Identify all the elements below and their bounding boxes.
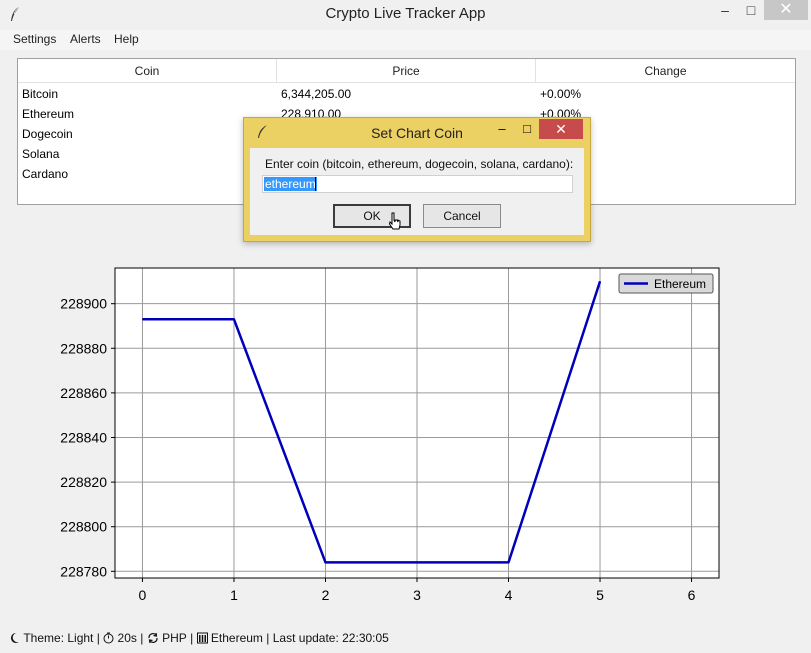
cell-coin: Cardano xyxy=(22,167,69,181)
text-caret xyxy=(315,177,316,191)
dialog-body: Enter coin (bitcoin, ethereum, dogecoin,… xyxy=(250,148,584,235)
status-theme: Theme: Light xyxy=(23,630,94,645)
mouse-pointer-icon xyxy=(389,212,401,230)
moon-icon xyxy=(10,632,19,643)
menu-settings[interactable]: Settings xyxy=(13,32,56,46)
x-tick-label: 0 xyxy=(139,587,147,603)
column-header-change[interactable]: Change xyxy=(536,59,795,83)
cell-coin: Bitcoin xyxy=(22,87,59,101)
y-tick-label: 228820 xyxy=(60,474,107,490)
data-point xyxy=(416,561,418,563)
status-last-update: Last update: 22:30:05 xyxy=(272,630,389,645)
legend-label: Ethereum xyxy=(654,277,706,291)
cell-change: +0.00% xyxy=(540,87,582,101)
data-point xyxy=(233,318,235,320)
x-tick-label: 2 xyxy=(322,587,330,603)
coin-input-value: ethereum xyxy=(264,177,317,191)
table-row[interactable]: Bitcoin 6,344,205.00 +0.00% xyxy=(18,84,795,104)
exchange-icon xyxy=(148,632,158,643)
title-bar: Crypto Live Tracker App – □ ✕ xyxy=(0,0,811,28)
cell-coin: Solana xyxy=(22,147,60,161)
data-point xyxy=(324,561,326,563)
data-point xyxy=(141,318,143,320)
timer-icon xyxy=(103,632,114,644)
status-separator: | xyxy=(96,630,100,645)
maximize-button[interactable]: □ xyxy=(738,0,764,20)
window-title: Crypto Live Tracker App xyxy=(325,5,486,22)
minimize-button[interactable]: – xyxy=(712,0,738,20)
close-button[interactable]: ✕ xyxy=(764,0,808,20)
status-separator: | xyxy=(266,630,270,645)
x-tick-label: 3 xyxy=(413,587,421,603)
status-interval: 20s xyxy=(117,630,137,645)
cell-coin: Ethereum xyxy=(22,107,75,121)
y-tick-label: 228780 xyxy=(60,563,107,579)
cell-coin: Dogecoin xyxy=(22,127,73,141)
menu-help[interactable]: Help xyxy=(114,32,139,46)
set-chart-coin-dialog[interactable]: Set Chart Coin – □ ✕ Enter coin (bitcoin… xyxy=(243,117,591,242)
menu-alerts[interactable]: Alerts xyxy=(70,32,101,46)
status-separator: | xyxy=(190,630,194,645)
dialog-prompt: Enter coin (bitcoin, ethereum, dogecoin,… xyxy=(265,157,574,171)
cancel-button[interactable]: Cancel xyxy=(423,204,501,228)
dialog-minimize-button[interactable]: – xyxy=(493,121,511,136)
y-tick-label: 228800 xyxy=(60,519,107,535)
data-point xyxy=(599,280,601,282)
column-header-price[interactable]: Price xyxy=(277,59,536,83)
x-tick-label: 1 xyxy=(230,587,238,603)
bar-chart-icon xyxy=(196,632,208,644)
dialog-close-button[interactable]: ✕ xyxy=(539,119,583,139)
status-bar: Theme: Light | 20s | PHP | Ethereum | La… xyxy=(10,630,389,645)
x-tick-label: 5 xyxy=(596,587,604,603)
x-tick-label: 4 xyxy=(505,587,513,603)
column-header-coin[interactable]: Coin xyxy=(18,59,277,83)
x-tick-label: 6 xyxy=(688,587,696,603)
coin-input[interactable]: ethereum xyxy=(262,175,573,193)
cell-price: 6,344,205.00 xyxy=(281,87,352,101)
y-tick-label: 228900 xyxy=(60,296,107,312)
y-tick-label: 228880 xyxy=(60,340,107,356)
menu-bar: Settings Alerts Help xyxy=(0,30,811,50)
status-coin: Ethereum xyxy=(210,630,263,645)
data-point xyxy=(508,561,510,563)
status-separator: | xyxy=(140,630,144,645)
y-tick-label: 228860 xyxy=(60,385,107,401)
y-tick-label: 228840 xyxy=(60,429,107,445)
status-currency: PHP xyxy=(162,630,187,645)
dialog-maximize-button[interactable]: □ xyxy=(518,121,536,136)
price-chart: 0 1 2 3 4 5 6 228780 228800 228820 228840 228860 228… xyxy=(60,267,720,603)
